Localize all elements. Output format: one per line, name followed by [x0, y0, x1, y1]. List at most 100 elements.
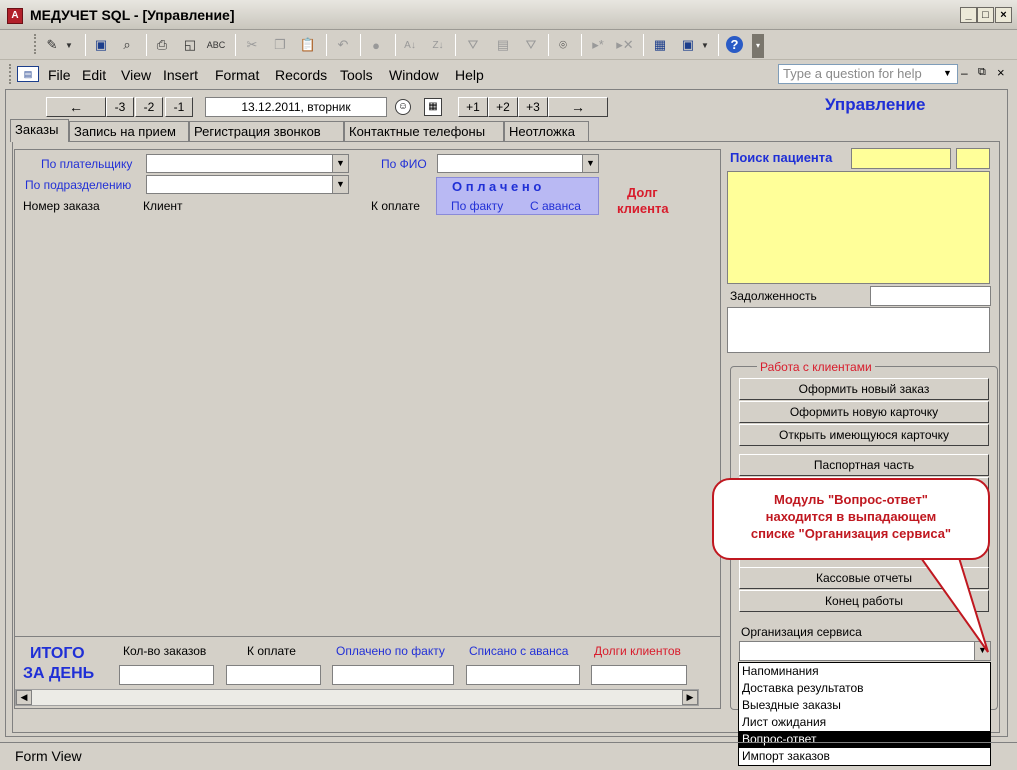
passport-button[interactable]: Паспортная часть	[739, 454, 989, 476]
spelling-icon[interactable]: ABC	[206, 35, 226, 55]
find-icon[interactable]: ⌾	[553, 35, 573, 55]
scroll-right-icon[interactable]: ▶	[682, 690, 698, 705]
payer-combo[interactable]: ▼	[146, 154, 349, 173]
menu-tools[interactable]: Tools	[340, 67, 373, 83]
paste-icon[interactable]: 📋	[298, 35, 318, 55]
today-icon[interactable]: ☺	[395, 99, 411, 115]
name-combo[interactable]: ▼	[437, 154, 599, 173]
help-question-input[interactable]: Type a question for help	[778, 64, 958, 84]
design-view-icon[interactable]: ✎	[42, 35, 62, 55]
filter-by-selection-icon[interactable]: ⛛	[463, 35, 483, 55]
status-text: Form View	[15, 748, 82, 764]
plus1-button[interactable]: +1	[458, 97, 488, 117]
by-name-label: По ФИО	[381, 157, 427, 171]
chevron-down-icon[interactable]: ▼	[582, 155, 598, 172]
menu-format[interactable]: Format	[215, 67, 259, 83]
minimize-button[interactable]: _	[960, 7, 977, 23]
minus3-button[interactable]: -3	[106, 97, 134, 117]
undo-icon[interactable]: ↶	[333, 35, 353, 55]
doc-restore-button[interactable]: ⧉	[978, 66, 986, 79]
toolbar-options-icon[interactable]: ▾	[752, 34, 764, 58]
menu-grip[interactable]	[9, 64, 12, 84]
new-object-icon[interactable]: ▣	[678, 35, 698, 55]
totals-divider	[14, 636, 721, 637]
patient-info-box	[727, 171, 990, 284]
totals-client-debts-field	[591, 665, 687, 685]
paid-actual-header: По факту	[451, 199, 504, 213]
print-icon[interactable]: ⎙	[152, 35, 172, 55]
menu-file[interactable]: File	[48, 67, 71, 83]
chevron-down-icon[interactable]: ▼	[698, 35, 712, 55]
copy-icon[interactable]: ❐	[270, 35, 290, 55]
chevron-down-icon[interactable]: ▼	[62, 35, 76, 55]
totals-client-debts-label: Долги клиентов	[594, 644, 681, 658]
open-card-button[interactable]: Открыть имеющуюся карточку	[739, 424, 989, 446]
scroll-left-icon[interactable]: ◀	[16, 690, 32, 705]
minus2-button[interactable]: -2	[135, 97, 163, 117]
toolbar-separator	[326, 34, 327, 56]
menu-insert[interactable]: Insert	[163, 67, 198, 83]
patient-search-extra-input[interactable]	[956, 148, 990, 169]
chevron-down-icon[interactable]: ▼	[332, 176, 348, 193]
new-order-button[interactable]: Оформить новый заказ	[739, 378, 989, 400]
maximize-button[interactable]: □	[977, 7, 994, 23]
plus2-button[interactable]: +2	[488, 97, 518, 117]
debt-field	[870, 286, 991, 306]
save-icon[interactable]: ▣	[91, 35, 111, 55]
menu-help[interactable]: Help	[455, 67, 484, 83]
tab-orders[interactable]: Заказы	[10, 119, 69, 142]
print-preview-icon[interactable]: ◱	[180, 35, 200, 55]
minus1-button[interactable]: -1	[165, 97, 193, 117]
toolbar-separator	[548, 34, 549, 56]
client-debt-header-line2: клиента	[617, 201, 669, 216]
menu-edit[interactable]: Edit	[82, 67, 106, 83]
access-icon: A	[7, 8, 23, 24]
file-search-icon[interactable]: ⌕	[117, 35, 137, 55]
menu-view[interactable]: View	[121, 67, 151, 83]
horizontal-scrollbar[interactable]: ◀ ▶	[15, 689, 699, 706]
form-icon[interactable]: ▤	[17, 66, 39, 82]
new-card-button[interactable]: Оформить новую карточку	[739, 401, 989, 423]
calendar-icon[interactable]: ▦	[424, 98, 442, 116]
database-window-icon[interactable]: ▦	[650, 35, 670, 55]
cut-icon[interactable]: ✂	[242, 35, 262, 55]
toolbar-separator	[581, 34, 582, 56]
service-option[interactable]: Лист ожидания	[739, 714, 990, 731]
department-combo[interactable]: ▼	[146, 175, 349, 194]
tab-emergency[interactable]: Неотложка	[504, 121, 589, 141]
tab-appointments[interactable]: Запись на прием	[69, 121, 189, 141]
menu-records[interactable]: Records	[275, 67, 327, 83]
chevron-down-icon[interactable]: ▼	[332, 155, 348, 172]
sort-ascending-icon[interactable]: A↓	[400, 35, 420, 55]
toolbar-grip[interactable]	[34, 34, 37, 54]
toolbar-separator	[360, 34, 361, 56]
plus3-button[interactable]: +3	[518, 97, 548, 117]
help-dropdown-icon[interactable]: ▼	[943, 68, 952, 78]
service-option[interactable]: Доставка результатов	[739, 680, 990, 697]
help-icon[interactable]: ?	[726, 36, 743, 53]
callout-pointer	[912, 548, 989, 653]
next-day-button[interactable]: →	[548, 97, 608, 117]
menu-window[interactable]: Window	[389, 67, 439, 83]
patient-search-input[interactable]	[851, 148, 951, 169]
tab-contact-phones[interactable]: Контактные телефоны	[344, 121, 504, 141]
office-links-icon[interactable]: ●	[366, 35, 386, 55]
date-field[interactable]: 13.12.2011, вторник	[205, 97, 387, 117]
by-payer-label: По плательщику	[41, 157, 133, 171]
filter-by-form-icon[interactable]: ▤	[493, 35, 513, 55]
new-record-icon[interactable]: ▸*	[588, 35, 608, 55]
tab-call-registration[interactable]: Регистрация звонков	[189, 121, 344, 141]
prev-day-button[interactable]: ←	[46, 97, 106, 117]
doc-minimize-button[interactable]: –	[961, 66, 968, 80]
patient-search-label: Поиск пациента	[730, 150, 833, 165]
service-option[interactable]: Выездные заказы	[739, 697, 990, 714]
status-bar	[0, 742, 1017, 770]
doc-close-button[interactable]: ×	[997, 65, 1005, 80]
sort-descending-icon[interactable]: Z↓	[428, 35, 448, 55]
service-option[interactable]: Напоминания	[739, 663, 990, 680]
paid-advance-header: С аванса	[530, 199, 581, 213]
apply-filter-icon[interactable]: ⛛	[521, 35, 541, 55]
delete-record-icon[interactable]: ▸✕	[615, 35, 635, 55]
close-button[interactable]: ×	[995, 7, 1012, 23]
by-department-label: По подразделению	[25, 178, 132, 192]
